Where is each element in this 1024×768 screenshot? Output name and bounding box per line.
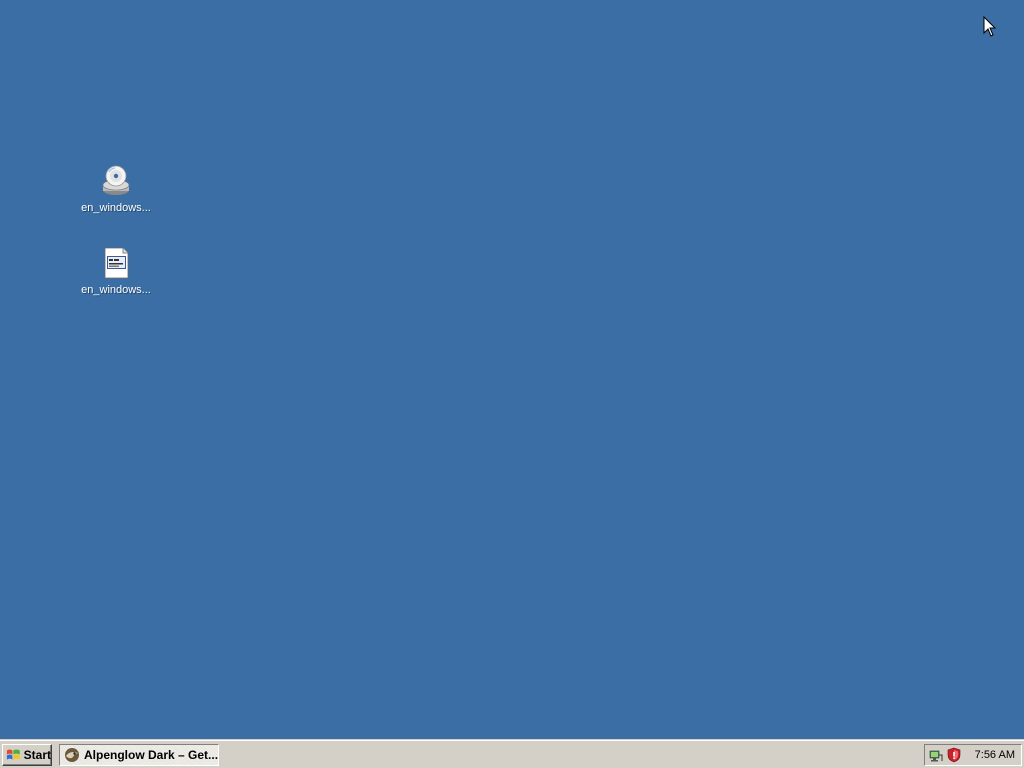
desktop[interactable]: en_windows... en_windows... (0, 0, 1024, 740)
text-document-icon (104, 247, 129, 279)
taskbar-button-browser[interactable]: Alpenglow Dark – Get... (59, 744, 219, 766)
start-button[interactable]: Start (2, 744, 52, 766)
browser-app-icon (65, 748, 79, 762)
system-tray: 7:56 AM (924, 744, 1022, 766)
network-icon[interactable] (928, 747, 944, 763)
desktop-icon-label: en_windows... (81, 284, 151, 296)
taskbar-button-label: Alpenglow Dark – Get... (84, 748, 219, 762)
clock[interactable]: 7:56 AM (975, 749, 1015, 761)
taskbar: Start Alpenglow Dark – Get... 7:56 AM (0, 739, 1024, 768)
desktop-icon-document[interactable]: en_windows... (76, 246, 156, 297)
start-button-label: Start (23, 748, 51, 762)
mouse-pointer-icon (983, 16, 997, 37)
security-shield-icon[interactable] (946, 747, 962, 763)
desktop-icon-iso[interactable]: en_windows... (76, 164, 156, 215)
cd-drive-icon (102, 165, 130, 195)
desktop-icon-label: en_windows... (81, 202, 151, 214)
windows-logo-icon (6, 749, 20, 760)
